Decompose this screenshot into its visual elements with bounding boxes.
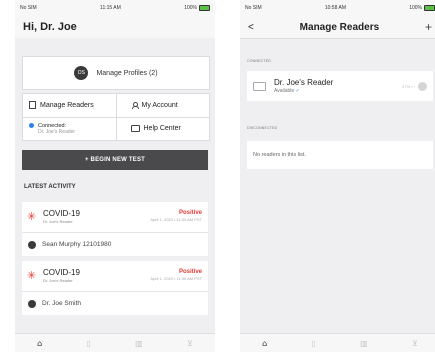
bookmark-icon[interactable]: ▯: [86, 339, 90, 348]
back-button[interactable]: <: [248, 22, 254, 33]
help-center-button[interactable]: Help Center: [116, 116, 209, 141]
manage-readers-label: Manage Readers: [40, 101, 94, 109]
nav-bar: < Manage Readers +: [240, 16, 435, 39]
test-reader: Dr. Joe's Reader: [43, 219, 73, 224]
latest-activity-heading: LATEST ACTIVITY: [24, 184, 76, 190]
patient-avatar: [28, 240, 36, 249]
manage-readers-screen: No SIM 10:58 AM 100% < Manage Readers + …: [240, 0, 435, 352]
patient-name: Dr. Joe Smith: [42, 300, 82, 307]
person-icon: [131, 101, 139, 109]
home-icon[interactable]: ⌂: [262, 339, 267, 348]
building-icon[interactable]: ▥: [360, 339, 368, 348]
battery-icon: [423, 5, 435, 11]
cart-icon[interactable]: ⊻: [187, 339, 193, 348]
status-bar: No SIM 11:15 AM 100%: [15, 0, 215, 16]
reader-device-icon: [253, 81, 266, 91]
test-result: Positive: [178, 210, 202, 216]
battery-icon: [198, 5, 210, 11]
time-label: 10:58 AM: [324, 5, 346, 11]
reader-name: Dr. Joe's Reader: [274, 78, 334, 87]
activity-card[interactable]: COVID-19 Dr. Joe's Reader Positive April…: [22, 202, 208, 256]
tab-bar: ⌂ ▯ ▥ ⊻: [15, 333, 215, 352]
manage-profiles-button[interactable]: DS Manage Profiles (2): [22, 56, 210, 90]
battery-label: 100%: [184, 5, 197, 11]
test-result: Positive: [178, 269, 202, 275]
test-name: COVID-19: [43, 209, 80, 218]
reader-battery: 37% • ›: [402, 83, 415, 89]
virus-icon: [27, 210, 37, 223]
carrier-label: No SIM: [20, 5, 37, 11]
disconnected-section-label: DISCONNECTED: [247, 126, 278, 130]
activity-card[interactable]: COVID-19 Dr. Joe's Reader Positive April…: [22, 261, 208, 315]
test-name: COVID-19: [43, 268, 80, 277]
connected-section-label: CONNECTED: [247, 59, 271, 63]
avatar: DS: [74, 66, 89, 80]
reader-row[interactable]: Dr. Joe's Reader Available ✓ 37% • ›: [247, 71, 433, 101]
connected-dot-icon: [29, 123, 34, 129]
my-account-label: My Account: [141, 101, 178, 109]
status-bar: No SIM 10:58 AM 100%: [240, 0, 435, 16]
page-title: Manage Readers: [299, 21, 380, 33]
menu-grid: Manage Readers Connected: Dr. Joe's Read…: [22, 93, 210, 141]
begin-new-test-button[interactable]: + BEGIN NEW TEST: [22, 150, 208, 170]
greeting-title: Hi, Dr. Joe: [15, 16, 215, 38]
check-icon: ✓: [295, 88, 300, 94]
test-date: April 1, 2020 • 11:30 AM PST: [150, 217, 202, 222]
home-icon[interactable]: ⌂: [37, 339, 42, 348]
patient-name: Sean Murphy 12101980: [42, 241, 112, 248]
empty-list-message: No readers in this list.: [247, 141, 433, 169]
building-icon[interactable]: ▥: [135, 339, 143, 348]
book-icon: [130, 125, 140, 133]
manage-profiles-label: Manage Profiles (2): [96, 69, 158, 77]
test-date: April 1, 2020 • 11:30 AM PST: [150, 276, 202, 281]
reader-status: Available: [274, 88, 295, 94]
connected-reader-name: Dr. Joe's Reader: [38, 128, 76, 135]
help-center-label: Help Center: [143, 125, 181, 133]
home-screen: No SIM 11:15 AM 100% Hi, Dr. Joe DS Mana…: [15, 0, 215, 352]
patient-avatar: [28, 299, 36, 308]
manage-readers-button[interactable]: Manage Readers: [23, 94, 116, 117]
carrier-label: No SIM: [245, 5, 262, 11]
bookmark-icon[interactable]: ▯: [311, 339, 315, 348]
document-icon: [29, 101, 36, 110]
time-label: 11:15 AM: [100, 5, 121, 11]
battery-label: 100%: [409, 5, 422, 11]
my-account-button[interactable]: My Account: [117, 94, 210, 117]
cart-icon[interactable]: ⊻: [412, 339, 418, 348]
connected-reader-status[interactable]: Connected: Dr. Joe's Reader: [23, 116, 116, 141]
tab-bar: ⌂ ▯ ▥ ⊻: [240, 333, 435, 352]
test-reader: Dr. Joe's Reader: [43, 278, 73, 283]
virus-icon: [27, 269, 37, 282]
info-icon[interactable]: [418, 81, 427, 91]
add-reader-button[interactable]: +: [425, 20, 432, 34]
